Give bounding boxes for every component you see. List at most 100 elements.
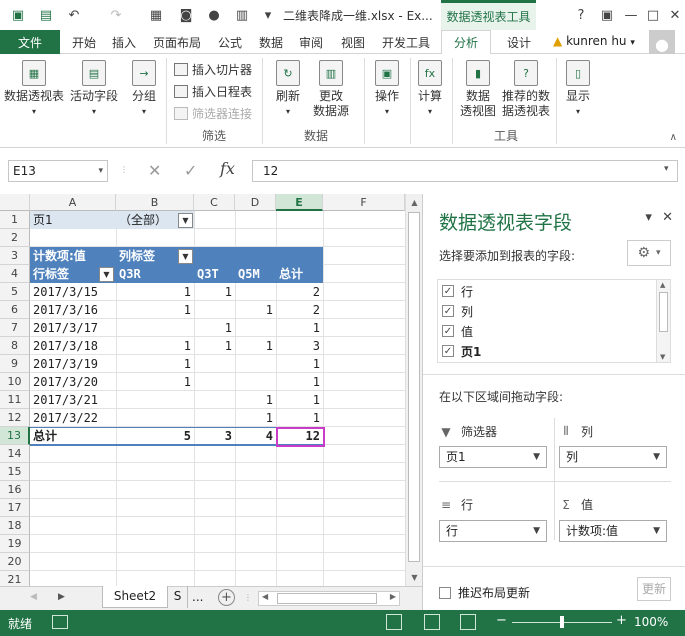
row-header-17[interactable]: 17 (0, 499, 30, 517)
zoom-slider-thumb[interactable] (560, 616, 564, 628)
cell-q3t[interactable] (194, 409, 235, 427)
row-label[interactable]: 2017/3/20 (30, 373, 116, 391)
defer-update[interactable]: 推迟布局更新 (439, 584, 530, 601)
cell-q3r[interactable]: 1 (116, 337, 194, 355)
customize-qat-icon[interactable]: ▾ (258, 5, 278, 25)
scroll-down-icon[interactable]: ▼ (660, 353, 665, 361)
actions-button[interactable]: ▣ 操作 ▾ (375, 60, 399, 119)
field-list-scroll-thumb[interactable] (659, 292, 668, 332)
cell-q3t[interactable] (194, 355, 235, 373)
cell-q5m[interactable] (235, 373, 276, 391)
save-icon[interactable]: ▤ (36, 5, 56, 25)
user-account[interactable]: ▲ kunren hu ▾ (553, 34, 635, 48)
update-button[interactable]: 更新 (637, 577, 671, 601)
tab-review[interactable]: 审阅 (299, 34, 323, 51)
cell-total[interactable]: 1 (276, 355, 323, 373)
cell-q5m[interactable] (235, 319, 276, 337)
zoom-level[interactable]: 100% (634, 615, 668, 629)
cell-q3r[interactable] (116, 319, 194, 337)
chevron-down-icon[interactable]: ▾ (98, 161, 103, 181)
scroll-left-icon[interactable]: ◀ (262, 592, 268, 601)
page-layout-view-icon[interactable] (424, 614, 440, 630)
add-sheet-button[interactable]: + (218, 589, 235, 606)
row-header-9[interactable]: 9 (0, 355, 30, 373)
row-header-1[interactable]: 1 (0, 211, 30, 229)
sheet-tab-sheet2[interactable]: Sheet2 (102, 586, 168, 608)
row-header-3[interactable]: 3 (0, 247, 30, 265)
close-button[interactable]: ✕ (664, 5, 685, 25)
insert-timeline-button[interactable]: 插入日程表 (174, 83, 252, 100)
row-label[interactable]: 2017/3/19 (30, 355, 116, 373)
row-header-7[interactable]: 7 (0, 319, 30, 337)
help-button[interactable]: ? (570, 5, 592, 25)
row-header-13[interactable]: 13 (0, 427, 30, 445)
sheet-tab-active[interactable]: S (168, 586, 188, 608)
cell-q5m[interactable] (235, 283, 276, 301)
tab-page-layout[interactable]: 页面布局 (153, 34, 201, 51)
table-icon[interactable]: ▥ (232, 5, 252, 25)
checkbox-icon[interactable]: ✓ (442, 325, 454, 337)
scroll-up-icon[interactable]: ▲ (407, 195, 422, 210)
field-list-scrollbar[interactable]: ▲ ▼ (656, 280, 670, 362)
row-header-14[interactable]: 14 (0, 445, 30, 463)
cell-q3t[interactable] (194, 301, 235, 319)
checkbox-icon[interactable]: ✓ (442, 345, 454, 357)
row-header-15[interactable]: 15 (0, 463, 30, 481)
cell-q5m[interactable] (235, 355, 276, 373)
field-item-row[interactable]: ✓ 行 (442, 282, 473, 300)
cell-total[interactable]: 1 (276, 391, 323, 409)
filter-connections-button[interactable]: 筛选器连接 (174, 105, 252, 122)
tab-file[interactable]: 文件 (0, 30, 60, 54)
column-header-e[interactable]: E (276, 194, 323, 211)
column-header-a[interactable]: A (30, 194, 116, 211)
avatar[interactable]: ● (649, 30, 675, 54)
cell-q3r[interactable]: 1 (116, 355, 194, 373)
row-header-11[interactable]: 11 (0, 391, 30, 409)
row-header-19[interactable]: 19 (0, 535, 30, 553)
row-header-20[interactable]: 20 (0, 553, 30, 571)
spreadsheet-grid[interactable]: A B C D E F 1 2 3 4 5 6 7 8 9 10 11 12 13 14 15 16 17 18 1… (0, 194, 405, 586)
sheet-prev-icon[interactable]: ◀ (30, 592, 37, 602)
vertical-scrollbar[interactable]: ▲ ▼ (405, 194, 422, 586)
row-label[interactable]: 2017/3/22 (30, 409, 116, 427)
cell-q3r[interactable]: 1 (116, 373, 194, 391)
cell-total[interactable]: 1 (276, 409, 323, 427)
tab-data[interactable]: 数据 (259, 34, 283, 51)
expand-formula-icon[interactable]: ▾ (664, 164, 669, 174)
row-label[interactable]: 2017/3/17 (30, 319, 116, 337)
field-item-value[interactable]: ✓ 值 (442, 322, 473, 340)
form-icon[interactable]: ▦ (146, 5, 166, 25)
row-label[interactable]: 2017/3/21 (30, 391, 116, 409)
row-header-6[interactable]: 6 (0, 301, 30, 319)
horizontal-scroll-thumb[interactable] (277, 593, 377, 604)
column-header-c[interactable]: C (194, 194, 235, 211)
normal-view-icon[interactable] (386, 614, 402, 630)
tab-developer[interactable]: 开发工具 (382, 34, 430, 51)
vertical-scroll-thumb[interactable] (408, 212, 420, 562)
macro-record-icon[interactable] (52, 615, 68, 629)
column-header-b[interactable]: B (116, 194, 194, 211)
row-header-10[interactable]: 10 (0, 373, 30, 391)
column-header-d[interactable]: D (235, 194, 276, 211)
checkbox-icon[interactable]: ✓ (442, 305, 454, 317)
page-break-view-icon[interactable] (460, 614, 476, 630)
zoom-in-button[interactable]: + (616, 613, 627, 628)
pane-close-icon[interactable]: ✕ (662, 210, 673, 225)
collapse-ribbon-icon[interactable]: ∧ (670, 132, 677, 143)
cell-q5m[interactable]: 1 (235, 301, 276, 319)
checkbox-icon[interactable]: ✓ (442, 285, 454, 297)
row-label[interactable]: 2017/3/18 (30, 337, 116, 355)
column-labels-dropdown-icon[interactable]: ▼ (178, 249, 193, 264)
row-header-16[interactable]: 16 (0, 481, 30, 499)
tab-view[interactable]: 视图 (341, 34, 365, 51)
recommended-pivot-button[interactable]: ? 推荐的数 据透视表 (502, 60, 550, 119)
cell-total[interactable]: 2 (276, 301, 323, 319)
maximize-button[interactable]: □ (642, 5, 664, 25)
splitter-icon[interactable]: ⋮ (244, 593, 252, 602)
cell-total[interactable]: 3 (276, 337, 323, 355)
cell-q5m[interactable]: 1 (235, 391, 276, 409)
gear-icon[interactable]: ⚙ ▾ (627, 240, 671, 266)
cell-q3t[interactable]: 1 (194, 319, 235, 337)
cell-q3r[interactable]: 1 (116, 301, 194, 319)
pane-options-icon[interactable]: ▾ (645, 210, 652, 225)
